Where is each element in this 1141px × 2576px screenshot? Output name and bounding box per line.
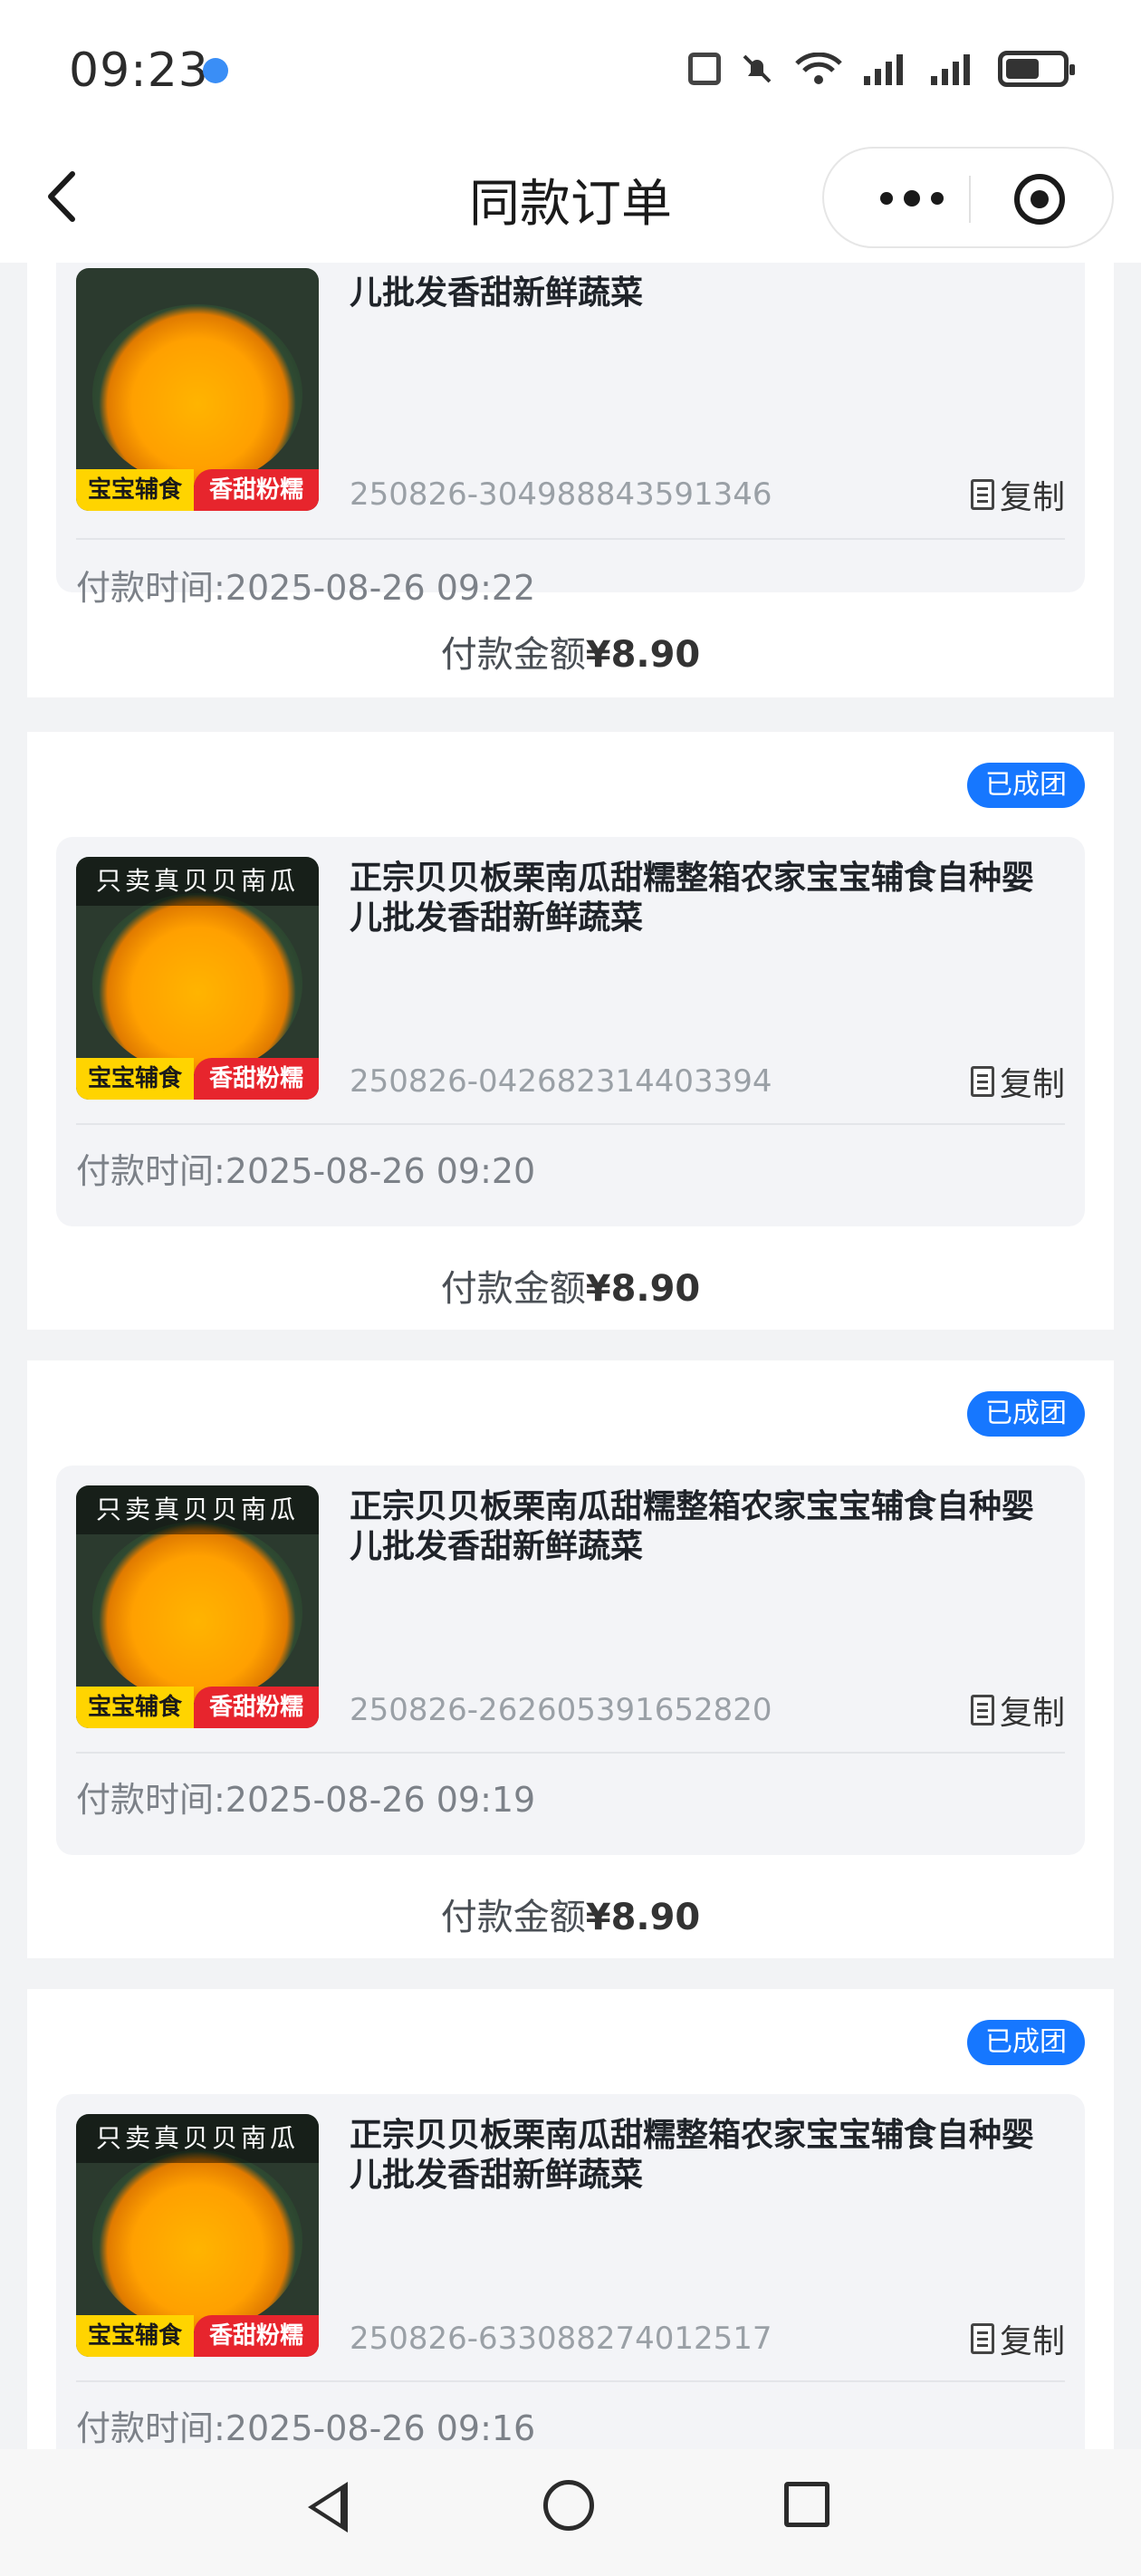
- divider: [76, 2380, 1065, 2382]
- pay-time: 付款时间:2025-08-26 09:20: [76, 1151, 536, 1191]
- copy-label: 复制: [999, 1695, 1065, 1732]
- product-title[interactable]: 正宗贝贝板栗南瓜甜糯整箱农家宝宝辅食自种婴儿批发香甜新鲜蔬菜: [350, 1487, 1065, 1567]
- copy-button[interactable]: 复制: [970, 1058, 1065, 1105]
- pay-time: 付款时间:2025-08-26 09:22: [76, 568, 536, 608]
- order-number: 250826-304988843591346: [350, 476, 772, 513]
- more-dots-icon[interactable]: [862, 176, 962, 221]
- mute-bell-icon: [741, 53, 773, 85]
- nav-back-triangle-icon[interactable]: [308, 2482, 348, 2533]
- pumpkin-image: [92, 893, 302, 1074]
- pay-amount: 付款金额¥8.90: [27, 625, 1114, 678]
- nav-bar: 同款订单: [0, 136, 1141, 263]
- pay-time: 付款时间:2025-08-26 09:19: [76, 1780, 536, 1820]
- image-tag-right: 香甜粉糯: [194, 1058, 319, 1100]
- order-number: 250826-042682314403394: [350, 1063, 772, 1100]
- order-list: 宝宝辅食 香甜粉糯 儿批发香甜新鲜蔬菜 250826-3049888435913…: [0, 263, 1141, 2449]
- pay-amount-value: ¥8.90: [585, 1268, 701, 1310]
- copy-button[interactable]: 复制: [970, 471, 1065, 518]
- status-badge: 已成团: [967, 1391, 1085, 1437]
- image-banner: 只卖真贝贝南瓜: [76, 1485, 319, 1534]
- status-bar: 09:23: [0, 0, 1141, 136]
- order-product-box[interactable]: 只卖真贝贝南瓜 宝宝辅食 香甜粉糯 正宗贝贝板栗南瓜甜糯整箱农家宝宝辅食自种婴儿…: [56, 2094, 1085, 2449]
- pay-amount-label: 付款金额: [440, 634, 586, 676]
- image-tag-left: 宝宝辅食: [76, 1687, 194, 1728]
- product-thumbnail[interactable]: 宝宝辅食 香甜粉糯: [76, 268, 319, 511]
- order-card[interactable]: 宝宝辅食 香甜粉糯 儿批发香甜新鲜蔬菜 250826-3049888435913…: [27, 263, 1114, 697]
- order-card[interactable]: 已成团 只卖真贝贝南瓜 宝宝辅食 香甜粉糯 正宗贝贝板栗南瓜甜糯整箱农家宝宝辅食…: [27, 1989, 1114, 2449]
- pay-amount: 付款金额¥8.90: [27, 1259, 1114, 1312]
- copy-button[interactable]: 复制: [970, 1687, 1065, 1734]
- order-number: 250826-262605391652820: [350, 1692, 772, 1728]
- nav-recent-square-icon[interactable]: [784, 2482, 829, 2527]
- signal-1-icon: [864, 53, 911, 85]
- image-tag-right: 香甜粉糯: [194, 1687, 319, 1728]
- pumpkin-image: [92, 1522, 302, 1703]
- pay-time: 付款时间:2025-08-26 09:16: [76, 2408, 536, 2448]
- image-tag-left: 宝宝辅食: [76, 2315, 194, 2357]
- status-icons: [688, 51, 1075, 87]
- copy-icon: [970, 479, 994, 510]
- system-nav-bar: [0, 2449, 1141, 2576]
- pumpkin-image: [92, 304, 302, 485]
- order-card[interactable]: 已成团 只卖真贝贝南瓜 宝宝辅食 香甜粉糯 正宗贝贝板栗南瓜甜糯整箱农家宝宝辅食…: [27, 1360, 1114, 1958]
- wifi-6-icon: [793, 52, 844, 85]
- pay-amount-value: ¥8.90: [585, 634, 701, 676]
- order-product-box[interactable]: 宝宝辅食 香甜粉糯 儿批发香甜新鲜蔬菜 250826-3049888435913…: [56, 263, 1085, 608]
- image-banner: 只卖真贝贝南瓜: [76, 857, 319, 906]
- location-dot-icon: [203, 58, 228, 83]
- product-thumbnail[interactable]: 只卖真贝贝南瓜 宝宝辅食 香甜粉糯: [76, 2114, 319, 2357]
- status-badge: 已成团: [967, 2020, 1085, 2065]
- image-banner: 只卖真贝贝南瓜: [76, 2114, 319, 2163]
- image-tag-right: 香甜粉糯: [194, 2315, 319, 2357]
- status-time: 09:23: [69, 43, 209, 98]
- signal-2-icon: [931, 53, 978, 85]
- copy-icon: [970, 2323, 994, 2354]
- product-title[interactable]: 儿批发香甜新鲜蔬菜: [350, 274, 1065, 313]
- nav-home-circle-icon[interactable]: [543, 2480, 594, 2531]
- image-tag-right: 香甜粉糯: [194, 469, 319, 511]
- copy-label: 复制: [999, 1066, 1065, 1103]
- order-number: 250826-633088274012517: [350, 2321, 772, 2357]
- pay-amount-label: 付款金额: [440, 1268, 586, 1310]
- pumpkin-image: [92, 2150, 302, 2331]
- divider: [76, 1123, 1065, 1125]
- product-title[interactable]: 正宗贝贝板栗南瓜甜糯整箱农家宝宝辅食自种婴儿批发香甜新鲜蔬菜: [350, 2116, 1065, 2196]
- image-tag-left: 宝宝辅食: [76, 469, 194, 511]
- divider: [76, 1752, 1065, 1754]
- pay-amount: 付款金额¥8.90: [27, 1888, 1114, 1940]
- mini-program-capsule: [822, 147, 1114, 248]
- battery-icon: [998, 51, 1075, 87]
- status-badge: 已成团: [967, 763, 1085, 808]
- order-product-box[interactable]: 只卖真贝贝南瓜 宝宝辅食 香甜粉糯 正宗贝贝板栗南瓜甜糯整箱农家宝宝辅食自种婴儿…: [56, 837, 1085, 1226]
- product-thumbnail[interactable]: 只卖真贝贝南瓜 宝宝辅食 香甜粉糯: [76, 857, 319, 1100]
- copy-icon: [970, 1066, 994, 1097]
- order-card[interactable]: 已成团 只卖真贝贝南瓜 宝宝辅食 香甜粉糯 正宗贝贝板栗南瓜甜糯整箱农家宝宝辅食…: [27, 732, 1114, 1330]
- pay-amount-value: ¥8.90: [585, 1897, 701, 1938]
- product-thumbnail[interactable]: 只卖真贝贝南瓜 宝宝辅食 香甜粉糯: [76, 1485, 319, 1728]
- pay-amount-label: 付款金额: [440, 1897, 586, 1938]
- capsule-divider: [969, 176, 971, 223]
- order-product-box[interactable]: 只卖真贝贝南瓜 宝宝辅食 香甜粉糯 正宗贝贝板栗南瓜甜糯整箱农家宝宝辅食自种婴儿…: [56, 1466, 1085, 1855]
- copy-icon: [970, 1695, 994, 1725]
- product-title[interactable]: 正宗贝贝板栗南瓜甜糯整箱农家宝宝辅食自种婴儿批发香甜新鲜蔬菜: [350, 859, 1065, 938]
- divider: [76, 538, 1065, 540]
- image-tag-left: 宝宝辅食: [76, 1058, 194, 1100]
- nfc-icon: [688, 53, 721, 85]
- target-circle-icon[interactable]: [1014, 174, 1065, 225]
- copy-label: 复制: [999, 2323, 1065, 2360]
- copy-button[interactable]: 复制: [970, 2315, 1065, 2362]
- copy-label: 复制: [999, 479, 1065, 516]
